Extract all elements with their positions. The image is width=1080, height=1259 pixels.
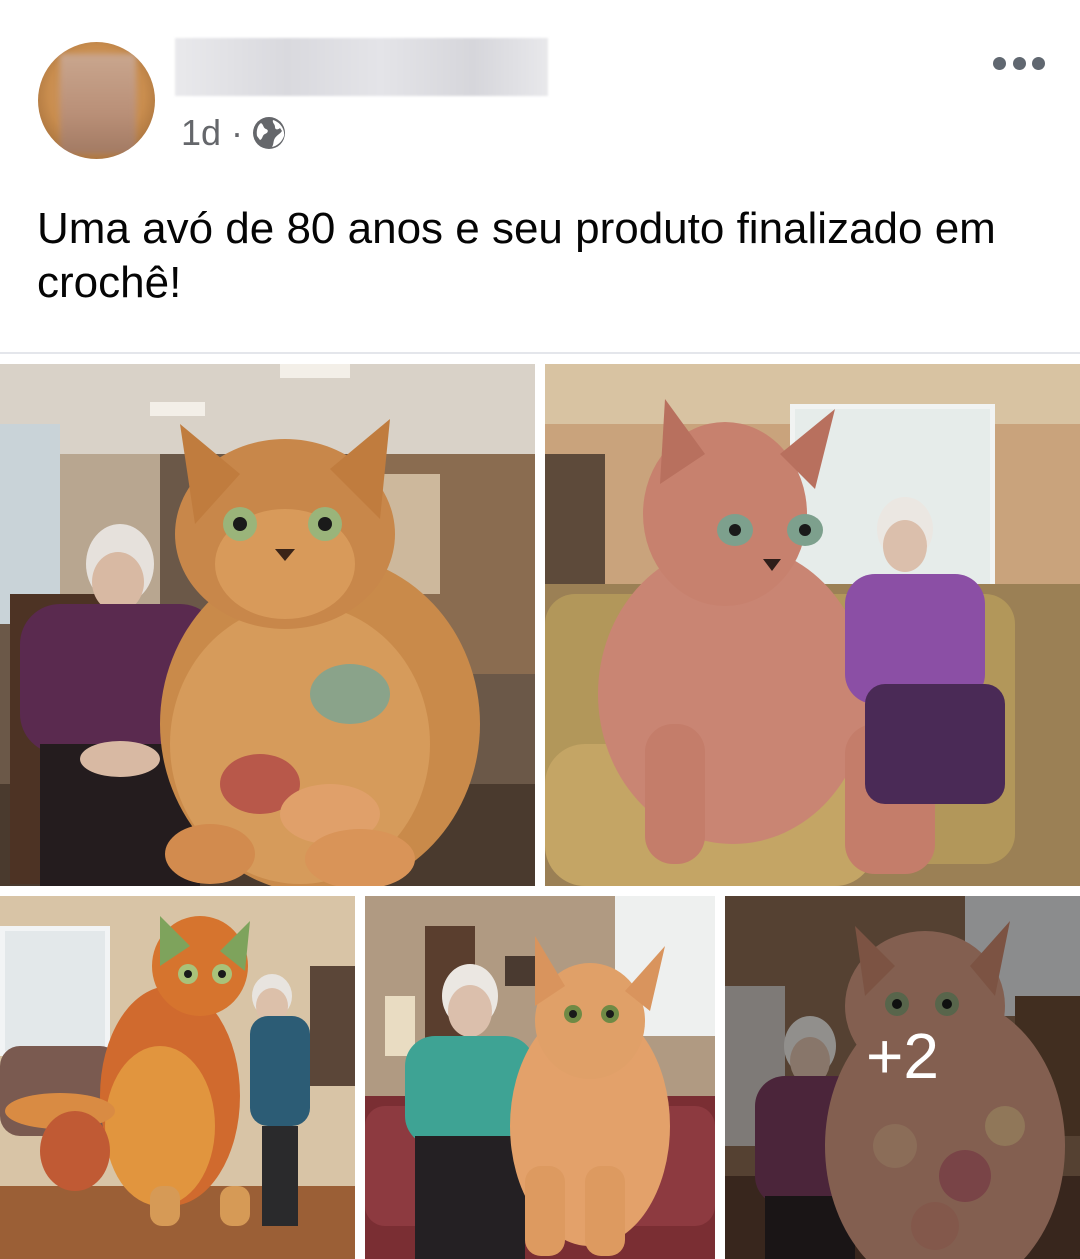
gallery-photo-5[interactable]: +2 bbox=[725, 896, 1080, 1259]
post-timestamp[interactable]: 1d bbox=[181, 112, 221, 154]
gallery-photo-1[interactable] bbox=[0, 364, 535, 886]
meta-separator: · bbox=[231, 112, 244, 153]
more-dot bbox=[1032, 56, 1045, 70]
gallery-photo-3[interactable] bbox=[0, 896, 355, 1259]
more-options-icon[interactable] bbox=[993, 48, 1045, 78]
gallery-photo-2[interactable] bbox=[545, 364, 1080, 886]
divider bbox=[0, 352, 1080, 354]
author-name-blurred[interactable] bbox=[175, 38, 548, 96]
more-photos-count: +2 bbox=[866, 1019, 939, 1092]
post-header: 1d · bbox=[0, 0, 1080, 175]
more-dot bbox=[993, 56, 1006, 70]
post-meta: 1d · bbox=[181, 112, 287, 154]
globe-icon[interactable] bbox=[251, 115, 287, 151]
gallery-photo-4[interactable] bbox=[365, 896, 715, 1259]
more-photos-overlay[interactable]: +2 bbox=[725, 896, 1080, 1259]
avatar-blurred-face bbox=[60, 54, 136, 154]
avatar[interactable] bbox=[38, 42, 155, 159]
post-text: Uma avó de 80 anos e seu produto finaliz… bbox=[37, 204, 996, 307]
more-dot bbox=[1012, 56, 1026, 70]
